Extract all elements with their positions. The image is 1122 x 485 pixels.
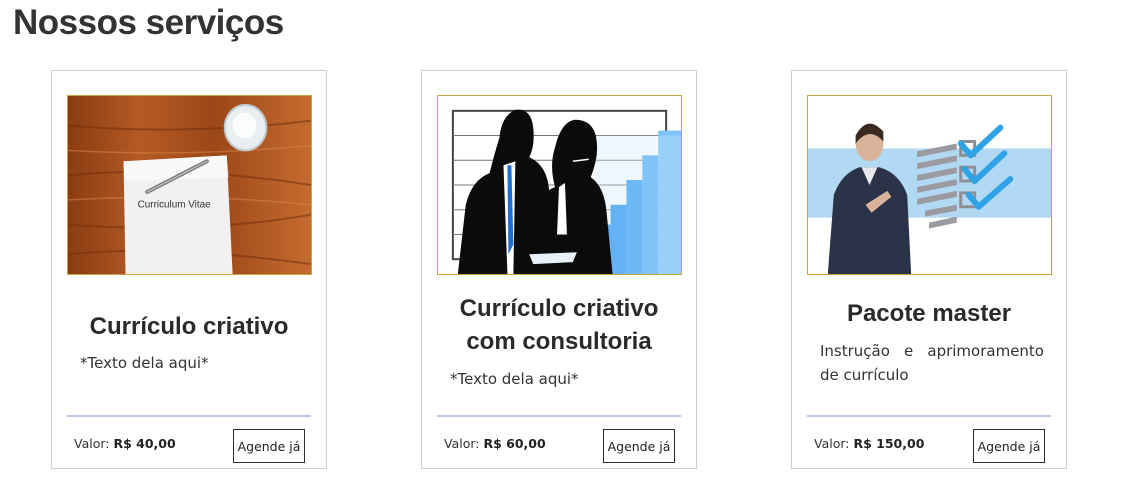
price-info: Valor: R$ 150,00: [814, 436, 924, 451]
card-title: Currículo criativo: [89, 313, 289, 340]
price-value: R$ 150,00: [853, 436, 925, 451]
schedule-button[interactable]: Agende já: [233, 429, 305, 463]
service-card-curriculo-criativo: Curriculum Vitae Currículo criativo *Tex…: [51, 70, 327, 469]
service-image-curriculum-vitae: Curriculum Vitae: [67, 95, 312, 275]
service-card-curriculo-consultoria: Currículo criativo com consultoria *Text…: [421, 70, 697, 469]
page-title: Nossos serviços: [13, 3, 284, 42]
card-title-line-2: com consultoria: [466, 328, 652, 355]
service-image-checklist: [807, 95, 1052, 275]
curriculum-vitae-text: Curriculum Vitae: [138, 200, 212, 211]
price-label: Valor:: [444, 436, 480, 451]
card-description: *Texto dela aqui*: [80, 354, 209, 372]
card-description: *Texto dela aqui*: [450, 370, 579, 388]
card-divider: [437, 415, 681, 417]
schedule-button[interactable]: Agende já: [603, 429, 675, 463]
price-value: R$ 40,00: [113, 436, 176, 451]
price-label: Valor:: [814, 436, 850, 451]
card-title: Currículo criativo com consultoria: [432, 292, 686, 358]
card-divider: [67, 415, 311, 417]
service-card-pacote-master: Pacote master Instrução e aprimoramento …: [791, 70, 1067, 469]
service-image-business-chart: [437, 95, 682, 275]
price-info: Valor: R$ 40,00: [74, 436, 176, 451]
card-title: Pacote master: [846, 300, 1012, 327]
price-info: Valor: R$ 60,00: [444, 436, 546, 451]
card-title-line-1: Currículo criativo: [459, 295, 659, 322]
card-divider: [807, 415, 1051, 417]
price-value: R$ 60,00: [483, 436, 546, 451]
schedule-button[interactable]: Agende já: [973, 429, 1045, 463]
price-label: Valor:: [74, 436, 110, 451]
card-description: Instrução e aprimoramento de currículo: [820, 342, 1044, 384]
